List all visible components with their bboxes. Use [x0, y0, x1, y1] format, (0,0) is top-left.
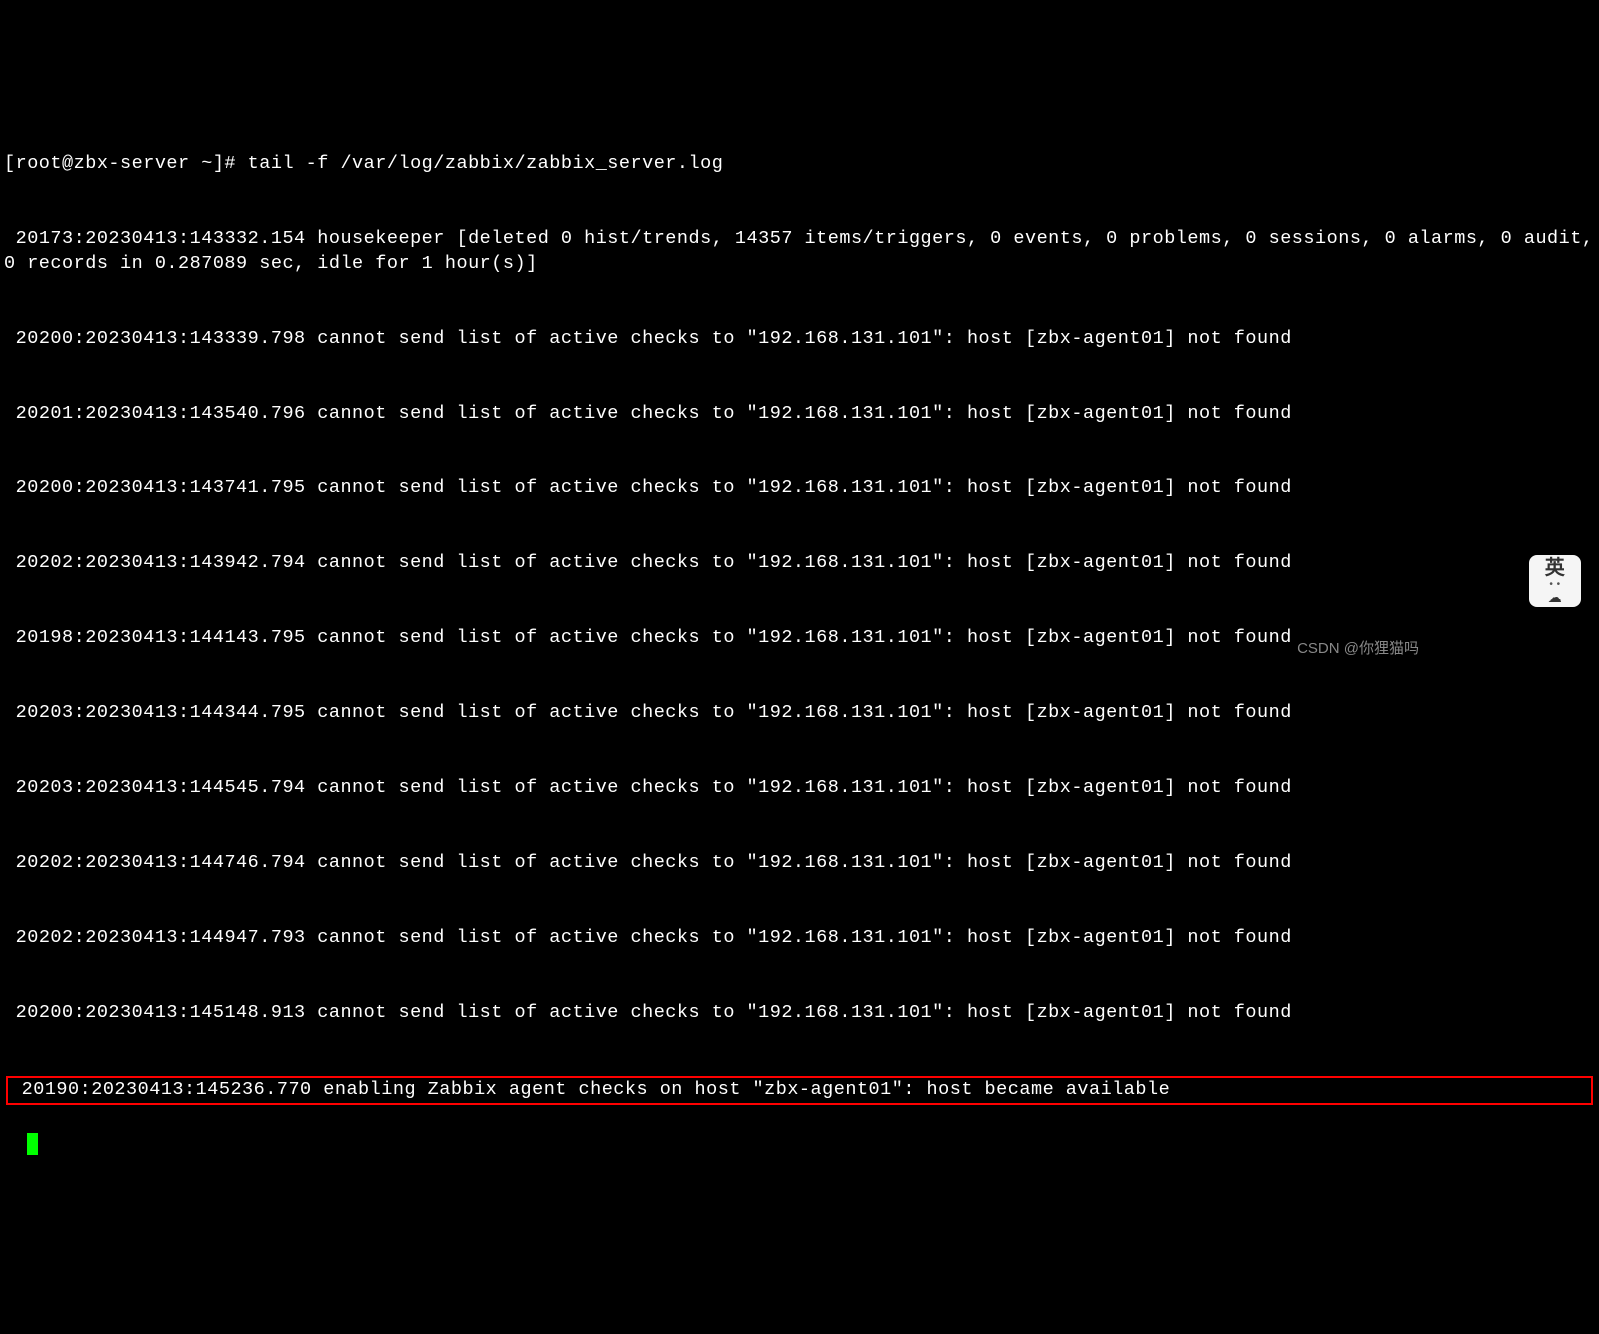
ime-language-char: 英 — [1545, 558, 1566, 578]
cloud-icon: ☁ — [1548, 590, 1563, 604]
log-line: 20202:20230413:144947.793 cannot send li… — [4, 926, 1595, 951]
log-line: 20202:20230413:143942.794 cannot send li… — [4, 551, 1595, 576]
terminal-output[interactable]: [root@zbx-server ~]# tail -f /var/log/za… — [4, 102, 1595, 1155]
log-line: 20203:20230413:144545.794 cannot send li… — [4, 776, 1595, 801]
log-line: 20200:20230413:143339.798 cannot send li… — [4, 327, 1595, 352]
prompt-line: [root@zbx-server ~]# tail -f /var/log/za… — [4, 152, 1595, 177]
log-line: 20200:20230413:145148.913 cannot send li… — [4, 1001, 1595, 1026]
ime-indicator[interactable]: 英 • • ☁ — [1529, 555, 1581, 607]
log-line: 20202:20230413:144746.794 cannot send li… — [4, 851, 1595, 876]
terminal-cursor — [27, 1133, 38, 1155]
log-line: 20200:20230413:143741.795 cannot send li… — [4, 476, 1595, 501]
log-line: 20173:20230413:143332.154 housekeeper [d… — [4, 227, 1595, 277]
highlighted-log-line: 20190:20230413:145236.770 enabling Zabbi… — [6, 1076, 1593, 1105]
watermark-text: CSDN @你狸猫吗 — [1297, 639, 1419, 659]
log-line: 20201:20230413:143540.796 cannot send li… — [4, 402, 1595, 427]
log-line: 20203:20230413:144344.795 cannot send li… — [4, 701, 1595, 726]
